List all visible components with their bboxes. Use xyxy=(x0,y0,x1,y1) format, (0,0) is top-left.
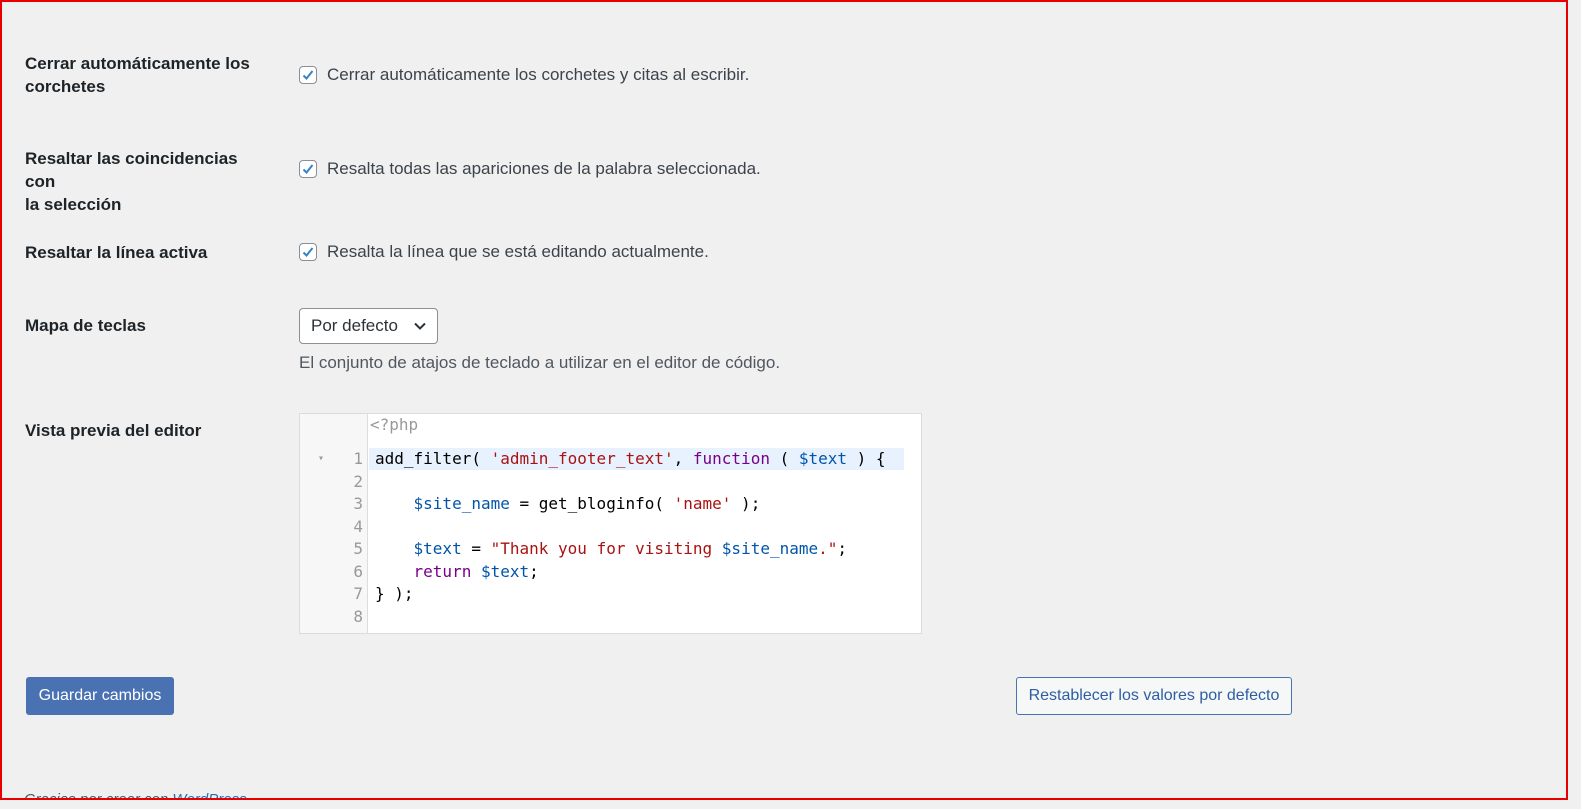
checkmark-icon xyxy=(302,247,314,257)
settings-frame: Cerrar automáticamente los corchetes Cer… xyxy=(0,0,1568,800)
code-token: "Thank you for visiting xyxy=(490,539,722,558)
code-token: function xyxy=(692,449,770,468)
code-token: ; xyxy=(837,539,848,558)
auto-close-brackets-option[interactable]: Cerrar automáticamente los corchetes y c… xyxy=(299,65,749,85)
line-number: 6 xyxy=(353,562,363,581)
highlight-active-line-text: Resalta la línea que se está editando ac… xyxy=(327,242,709,261)
code-text: $text = "Thank you for visiting $site_na… xyxy=(375,538,848,560)
auto-close-brackets-text: Cerrar automáticamente los corchetes y c… xyxy=(327,65,750,84)
code-line[interactable]: 8 xyxy=(300,606,921,628)
code-token: } ); xyxy=(375,584,414,603)
highlight-matches-option[interactable]: Resalta todas las apariciones de la pala… xyxy=(299,159,761,179)
code-text: return $text; xyxy=(375,561,539,583)
label-highlight-matches: Resaltar las coincidencias con la selecc… xyxy=(25,147,265,216)
keymap-description: El conjunto de atajos de teclado a utili… xyxy=(299,353,781,372)
line-number: 8 xyxy=(353,607,363,626)
code-token: 'admin_footer_text' xyxy=(490,449,674,468)
footer-text: Gracias por crear con xyxy=(24,791,173,800)
highlight-active-line-checkbox[interactable] xyxy=(299,243,317,261)
label-editor-preview: Vista previa del editor xyxy=(25,421,202,440)
code-token: ; xyxy=(529,562,539,581)
checkmark-icon xyxy=(302,164,314,174)
label-highlight-matches-line1: Resaltar las coincidencias con xyxy=(25,149,238,191)
label-highlight-active-line: Resaltar la línea activa xyxy=(25,243,208,262)
code-line[interactable]: 7 } ); xyxy=(300,583,921,605)
save-changes-button[interactable]: Guardar cambios xyxy=(26,677,174,715)
code-token: $site_name xyxy=(721,539,819,558)
code-line[interactable]: 6 return $text; xyxy=(300,561,921,583)
code-text: } ); xyxy=(375,583,414,605)
label-auto-close-brackets: Cerrar automáticamente los corchetes xyxy=(25,52,265,98)
php-open-tag: <?php xyxy=(370,415,419,434)
code-token: ); xyxy=(731,494,761,513)
code-text: add_filter( 'admin_footer_text', functio… xyxy=(375,448,886,470)
code-token: ) { xyxy=(847,449,886,468)
reset-defaults-button[interactable]: Restablecer los valores por defecto xyxy=(1016,677,1292,715)
line-number: 7 xyxy=(353,584,363,603)
line-number: 1 xyxy=(353,449,363,468)
line-number: 5 xyxy=(353,539,363,558)
code-token: 'name' xyxy=(673,494,732,513)
code-line[interactable]: 3 $site_name = get_bloginfo( 'name' ); xyxy=(300,493,921,515)
code-token: , xyxy=(673,449,693,468)
footer-wordpress-link[interactable]: WordPress xyxy=(172,791,246,798)
code-line[interactable]: 2 xyxy=(300,471,921,493)
code-text: $site_name = get_bloginfo( 'name' ); xyxy=(375,493,761,515)
code-token: $text xyxy=(480,562,530,581)
code-token: $text xyxy=(413,539,462,558)
keymap-select[interactable]: Por defecto xyxy=(299,308,438,344)
admin-footer: Gracias por crear con WordPress xyxy=(24,791,247,800)
code-token: = xyxy=(461,539,491,558)
line-number: 3 xyxy=(353,494,363,513)
editor-php-header: <?php xyxy=(300,414,921,436)
code-token: ." xyxy=(818,539,838,558)
code-token: return xyxy=(413,562,472,581)
code-token: ( xyxy=(769,449,799,468)
label-auto-close-brackets-line2: corchetes xyxy=(25,77,106,96)
checkmark-icon xyxy=(302,70,314,80)
label-highlight-matches-line2: la selección xyxy=(25,195,122,214)
code-token: $text xyxy=(798,449,848,468)
keymap-selected-value: Por defecto xyxy=(311,316,398,335)
highlight-active-line-option[interactable]: Resalta la línea que se está editando ac… xyxy=(299,242,709,262)
code-token: $site_name xyxy=(413,494,510,513)
line-number: 2 xyxy=(353,472,363,491)
auto-close-brackets-checkbox[interactable] xyxy=(299,66,317,84)
label-auto-close-brackets-line1: Cerrar automáticamente los xyxy=(25,54,250,73)
chevron-down-icon xyxy=(414,322,426,330)
code-editor-preview[interactable]: <?php ▾ 1 add_filter( 'admin_footer_text',… xyxy=(299,413,922,634)
highlight-matches-text: Resalta todas las apariciones de la pala… xyxy=(327,159,761,178)
label-keymap: Mapa de teclas xyxy=(25,316,146,335)
code-line[interactable]: 4 xyxy=(300,516,921,538)
code-token: add_filter( xyxy=(375,449,491,468)
code-token: = get_bloginfo( xyxy=(509,494,674,513)
code-line[interactable]: 5 $text = "Thank you for visiting $site_… xyxy=(300,538,921,560)
line-number: 4 xyxy=(353,517,363,536)
code-line[interactable]: ▾ 1 add_filter( 'admin_footer_text', funct… xyxy=(300,448,921,470)
highlight-matches-checkbox[interactable] xyxy=(299,160,317,178)
